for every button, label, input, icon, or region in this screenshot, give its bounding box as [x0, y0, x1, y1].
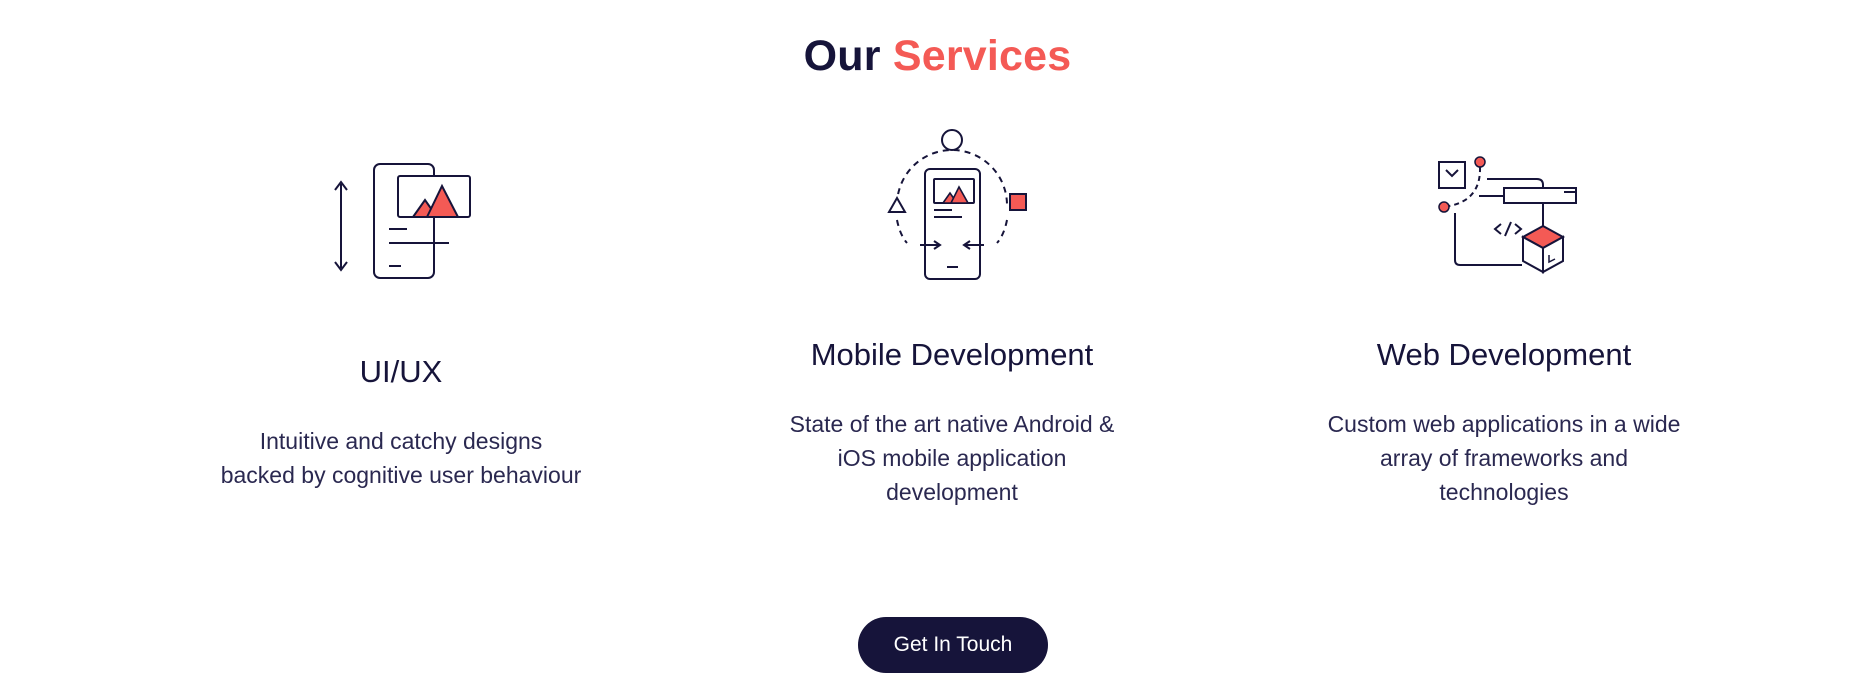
get-in-touch-button[interactable]: Get In Touch — [858, 617, 1048, 673]
description-line: iOS mobile application — [837, 445, 1067, 471]
service-title: Web Development — [1376, 337, 1632, 372]
service-card-ui-ux: UI/UX Intuitive and catchy designs backe… — [181, 130, 621, 510]
service-card-mobile-development: Mobile Development State of the art nati… — [732, 125, 1172, 525]
service-description: Intuitive and catchy designs backed by c… — [181, 424, 621, 492]
service-title: UI/UX — [359, 354, 443, 389]
heading-part-services: Services — [892, 32, 1072, 80]
section-heading: Our Services — [0, 26, 1875, 86]
service-description: Custom web applications in a wide array … — [1284, 407, 1724, 509]
service-description: State of the art native Android & iOS mo… — [732, 407, 1172, 509]
service-card-web-development: Web Development Custom web applications … — [1284, 125, 1724, 525]
ui-ux-illustration-icon — [181, 130, 621, 290]
description-line: array of frameworks and — [1380, 445, 1628, 471]
description-line: Intuitive and catchy designs — [259, 428, 543, 454]
heading-part-our: Our — [803, 32, 881, 80]
description-line: Custom web applications in a wide — [1327, 411, 1681, 437]
web-development-illustration-icon — [1284, 125, 1724, 285]
description-line: technologies — [1439, 479, 1569, 505]
description-line: backed by cognitive user behaviour — [220, 462, 582, 488]
service-title: Mobile Development — [810, 337, 1094, 372]
mobile-development-illustration-icon — [732, 125, 1172, 285]
description-line: State of the art native Android & — [789, 411, 1115, 437]
description-line: development — [886, 479, 1018, 505]
